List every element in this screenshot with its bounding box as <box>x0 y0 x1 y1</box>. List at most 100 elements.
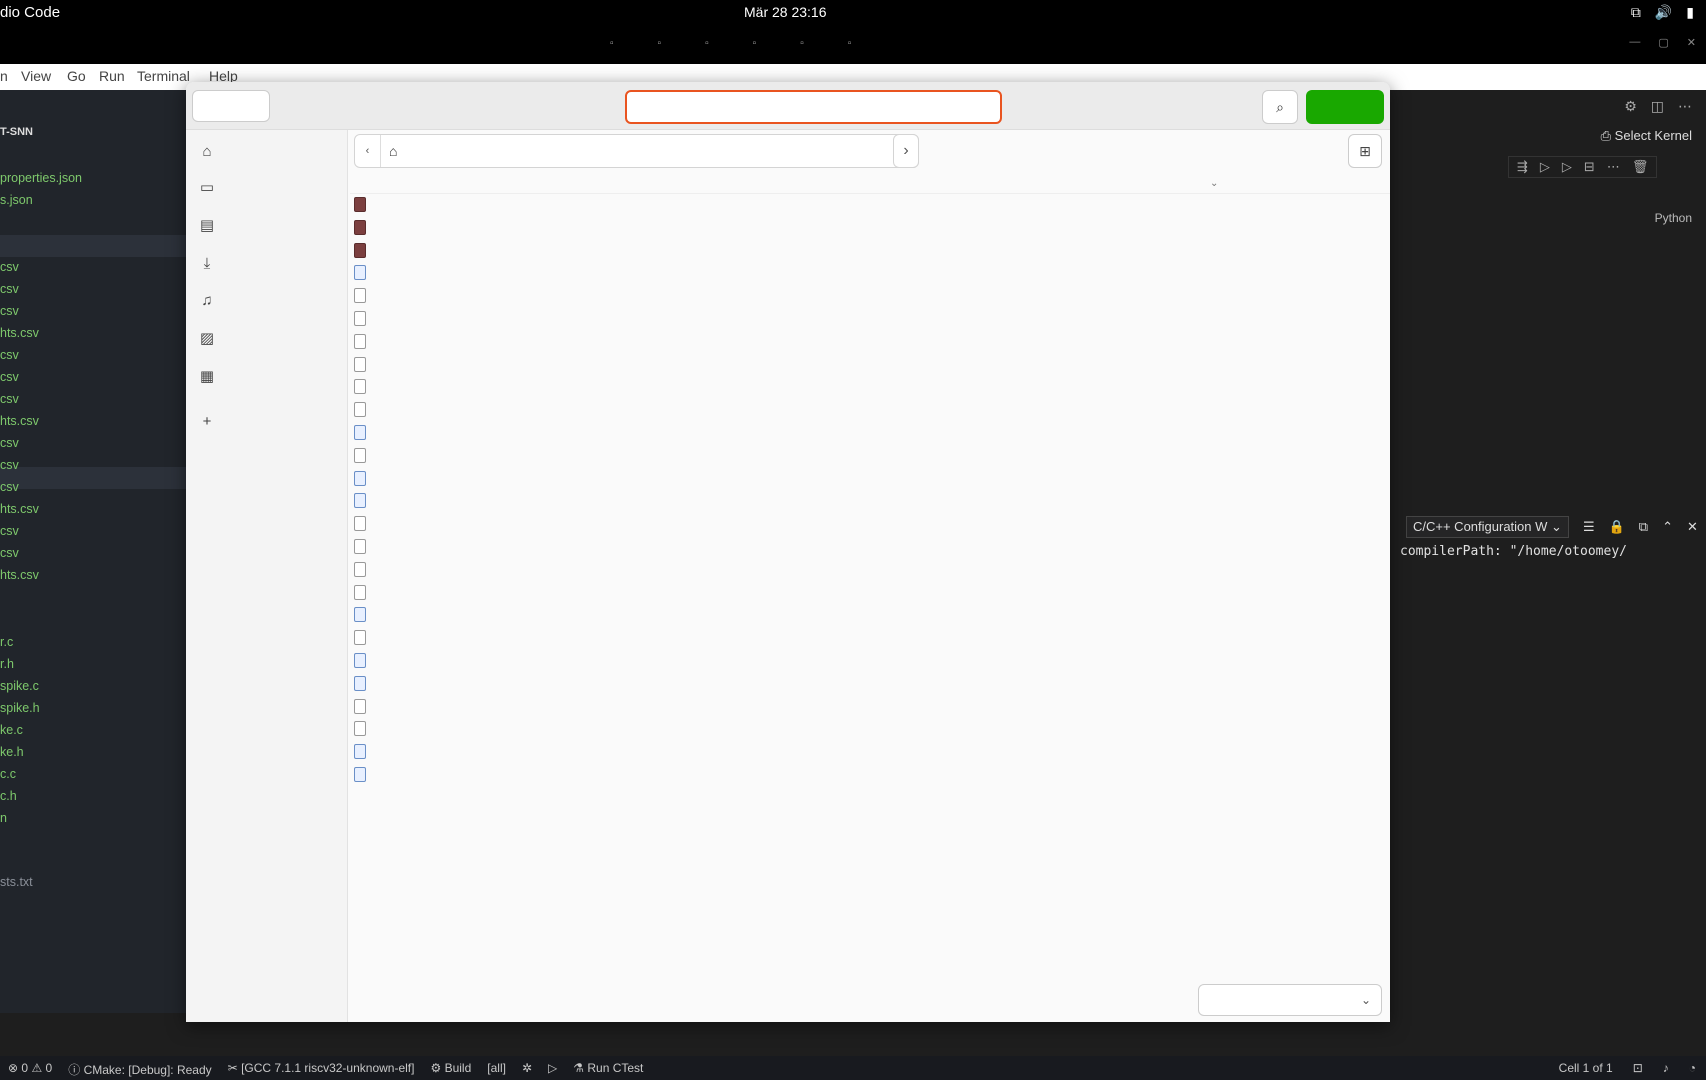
place-home[interactable]: ⌂ <box>198 136 216 166</box>
file-row[interactable] <box>350 513 1390 536</box>
close-icon[interactable]: ✕ <box>1687 519 1698 535</box>
cell-language[interactable]: Python <box>1655 211 1692 225</box>
explorer-file[interactable]: csv <box>0 370 19 384</box>
file-type-select[interactable]: ⌄ <box>1198 984 1382 1016</box>
explorer-file[interactable]: csv <box>0 260 19 274</box>
network-icon[interactable]: ⧉ <box>1631 4 1641 21</box>
explorer-file[interactable]: hts.csv <box>0 414 39 428</box>
run-cell-icon[interactable]: ▷ <box>1540 159 1550 175</box>
cancel-button[interactable] <box>192 90 270 122</box>
file-row[interactable] <box>350 764 1390 787</box>
file-row[interactable] <box>350 399 1390 422</box>
menu-item-view[interactable]: View <box>21 68 51 84</box>
explorer-file[interactable]: r.h <box>0 657 14 671</box>
chevron-up-icon[interactable]: ⌃ <box>1662 519 1673 535</box>
more-icon[interactable]: ⋯ <box>1678 98 1692 115</box>
explorer-file[interactable]: c.h <box>0 789 17 803</box>
explorer-file[interactable]: properties.json <box>0 171 82 185</box>
explorer-file[interactable]: n <box>0 811 7 825</box>
file-row[interactable] <box>350 582 1390 605</box>
build-target[interactable]: [all] <box>487 1061 506 1078</box>
file-row[interactable] <box>350 262 1390 285</box>
title-tab[interactable]: ▫ <box>753 38 757 49</box>
title-tab[interactable]: ▫ <box>610 38 614 49</box>
split-editor-icon[interactable]: ◫ <box>1651 98 1664 115</box>
volume-icon[interactable]: 🔊 <box>1655 4 1672 21</box>
run-ctest-button[interactable]: ⚗ Run CTest <box>573 1061 643 1078</box>
notifications-icon[interactable]: ◔ <box>1689 1061 1696 1075</box>
explorer-file[interactable]: spike.h <box>0 701 40 715</box>
file-row[interactable] <box>350 376 1390 399</box>
search-button[interactable]: ⌕ <box>1262 90 1298 124</box>
filename-input[interactable] <box>625 90 1002 124</box>
run-below-icon[interactable]: ▷ <box>1562 159 1572 175</box>
new-folder-button[interactable]: ⊞ <box>1348 134 1382 168</box>
cell-indicator[interactable]: Cell 1 of 1 <box>1559 1061 1613 1075</box>
title-tab[interactable]: ▫ <box>848 38 852 49</box>
explorer-file[interactable]: sts.txt <box>0 875 33 889</box>
title-tab[interactable]: ▫ <box>658 38 662 49</box>
menu-item-go[interactable]: Go <box>67 68 86 84</box>
cmake-status[interactable]: ⓘ CMake: [Debug]: Ready <box>68 1061 211 1078</box>
back-button[interactable]: ‹ <box>355 135 381 167</box>
bell-icon[interactable]: ♪ <box>1663 1061 1669 1075</box>
file-row[interactable] <box>350 718 1390 741</box>
explorer-file[interactable]: hts.csv <box>0 568 39 582</box>
file-row[interactable] <box>350 650 1390 673</box>
explorer-file[interactable]: csv <box>0 524 19 538</box>
explorer-file[interactable]: hts.csv <box>0 502 39 516</box>
explorer-file[interactable]: csv <box>0 546 19 560</box>
file-row[interactable] <box>350 354 1390 377</box>
place-music[interactable]: ♫ <box>198 285 216 315</box>
menu-item-terminal[interactable]: Terminal <box>137 68 190 84</box>
explorer-file[interactable]: csv <box>0 304 19 318</box>
file-row[interactable] <box>350 559 1390 582</box>
maximize-icon[interactable]: ▢ <box>1658 36 1668 49</box>
trash-icon[interactable]: 🗑 <box>1632 159 1649 175</box>
forward-button[interactable]: › <box>893 134 919 168</box>
place-pictures[interactable]: ▨ <box>198 323 216 353</box>
file-row[interactable] <box>350 445 1390 468</box>
minimize-icon[interactable]: — <box>1629 36 1640 49</box>
gear-icon[interactable]: ⚙ <box>1624 98 1637 115</box>
lock-icon[interactable]: 🔒 <box>1609 519 1625 535</box>
project-title[interactable]: T-SNN <box>0 126 33 138</box>
select-kernel-button[interactable]: ⎙ Select Kernel <box>1601 128 1692 144</box>
file-row[interactable] <box>350 604 1390 627</box>
split-cell-icon[interactable]: ⊟ <box>1584 159 1595 175</box>
file-row[interactable] <box>350 240 1390 263</box>
path-home-button[interactable]: ⌂ <box>381 143 405 159</box>
explorer-file[interactable]: spike.c <box>0 679 39 693</box>
file-row[interactable] <box>350 673 1390 696</box>
close-icon[interactable]: ✕ <box>1687 36 1696 49</box>
file-row[interactable] <box>350 490 1390 513</box>
file-row[interactable] <box>350 741 1390 764</box>
file-row[interactable] <box>350 627 1390 650</box>
explorer-file[interactable]: hts.csv <box>0 326 39 340</box>
file-row[interactable] <box>350 194 1390 217</box>
title-tab[interactable]: ▫ <box>705 38 709 49</box>
explorer-file[interactable]: csv <box>0 348 19 362</box>
explorer-file[interactable]: s.json <box>0 193 33 207</box>
output-channel-select[interactable]: C/C++ Configuration W ⌄ <box>1406 516 1569 538</box>
system-tray[interactable]: ⧉ 🔊 ▮ <box>1631 4 1694 21</box>
clear-output-icon[interactable]: ☰ <box>1583 519 1595 535</box>
menu-item-run[interactable]: Run <box>99 68 125 84</box>
cmake-kit[interactable]: ✂ [GCC 7.1.1 riscv32-unknown-elf] <box>228 1061 415 1078</box>
file-row[interactable] <box>350 536 1390 559</box>
place-documents[interactable]: ▤ <box>198 210 216 240</box>
file-row[interactable] <box>350 696 1390 719</box>
place-other-locations[interactable]: + <box>198 406 216 436</box>
explorer-file[interactable]: csv <box>0 480 19 494</box>
more-icon[interactable]: ⋯ <box>1607 159 1620 175</box>
save-button[interactable] <box>1306 90 1384 124</box>
battery-icon[interactable]: ▮ <box>1686 4 1694 21</box>
place-videos[interactable]: ▦ <box>198 361 216 391</box>
explorer-file[interactable]: ke.h <box>0 745 24 759</box>
explorer-file[interactable]: ke.c <box>0 723 23 737</box>
problems-indicator[interactable]: ⊗ 0 ⚠ 0 <box>8 1061 52 1078</box>
run-icon[interactable]: ▷ <box>548 1061 557 1078</box>
file-row[interactable] <box>350 217 1390 240</box>
place-downloads[interactable]: ⤓ <box>198 248 216 278</box>
place-desktop[interactable]: ▭ <box>198 172 216 202</box>
